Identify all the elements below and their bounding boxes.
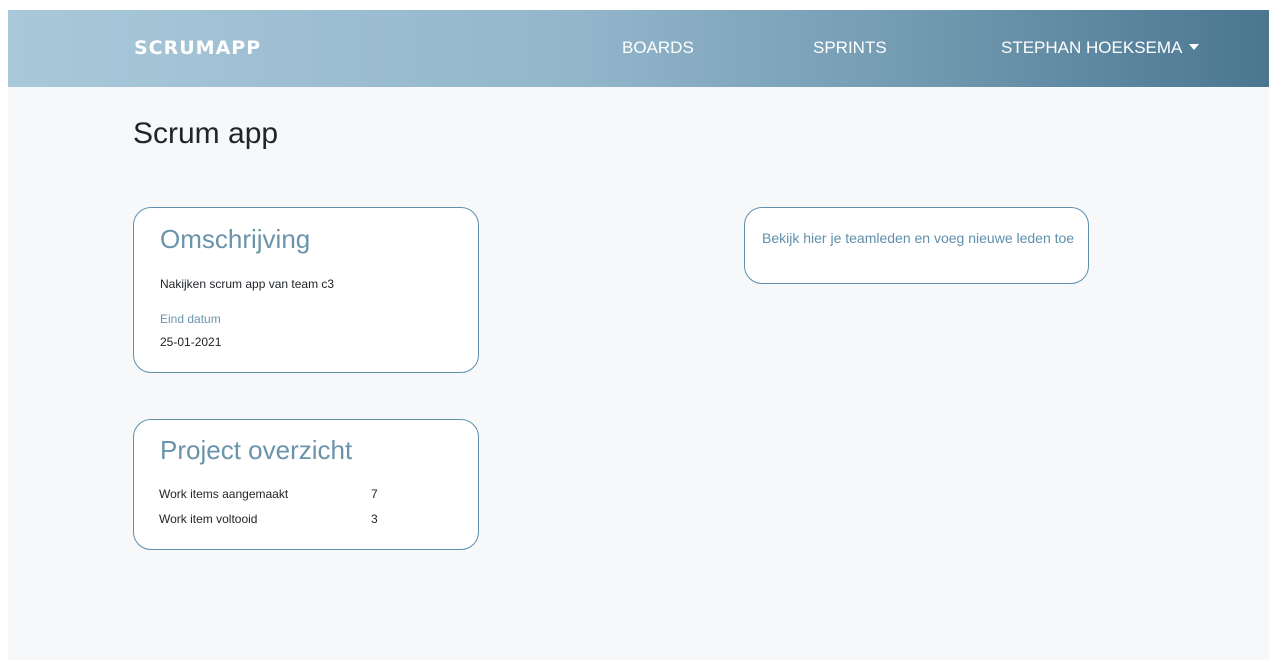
brand-logo[interactable]: SCRUMAPP — [134, 37, 261, 59]
caret-down-icon — [1189, 44, 1200, 50]
project-overview-card: Project overzicht Work items aangemaakt … — [133, 419, 479, 550]
end-date-label: Eind datum — [160, 312, 221, 326]
page-title: Scrum app — [133, 117, 279, 150]
team-members-card[interactable]: Bekijk hier je teamleden en voeg nieuwe … — [744, 207, 1089, 284]
description-card: Omschrijving Nakijken scrum app van team… — [133, 207, 479, 373]
team-members-link-text: Bekijk hier je teamleden en voeg nieuwe … — [762, 230, 1075, 246]
overview-row-label: Work items aangemaakt — [159, 487, 289, 501]
user-menu-dropdown[interactable]: STEPHAN HOEKSEMA — [1001, 38, 1200, 58]
overview-row-value: 3 — [371, 512, 378, 526]
project-overview-heading: Project overzicht — [160, 435, 353, 465]
top-navbar: SCRUMAPP BOARDS SPRINTS STEPHAN HOEKSEMA — [8, 10, 1269, 87]
overview-row-value: 7 — [371, 487, 378, 501]
end-date-value: 25-01-2021 — [160, 335, 222, 349]
app-container: SCRUMAPP BOARDS SPRINTS STEPHAN HOEKSEMA… — [8, 10, 1269, 660]
overview-row-label: Work item voltooid — [159, 512, 258, 526]
description-card-heading: Omschrijving — [160, 224, 311, 254]
user-name: STEPHAN HOEKSEMA — [1001, 38, 1183, 57]
nav-link-boards[interactable]: BOARDS — [622, 38, 694, 58]
project-description: Nakijken scrum app van team c3 — [160, 277, 335, 291]
nav-link-sprints[interactable]: SPRINTS — [813, 38, 887, 58]
